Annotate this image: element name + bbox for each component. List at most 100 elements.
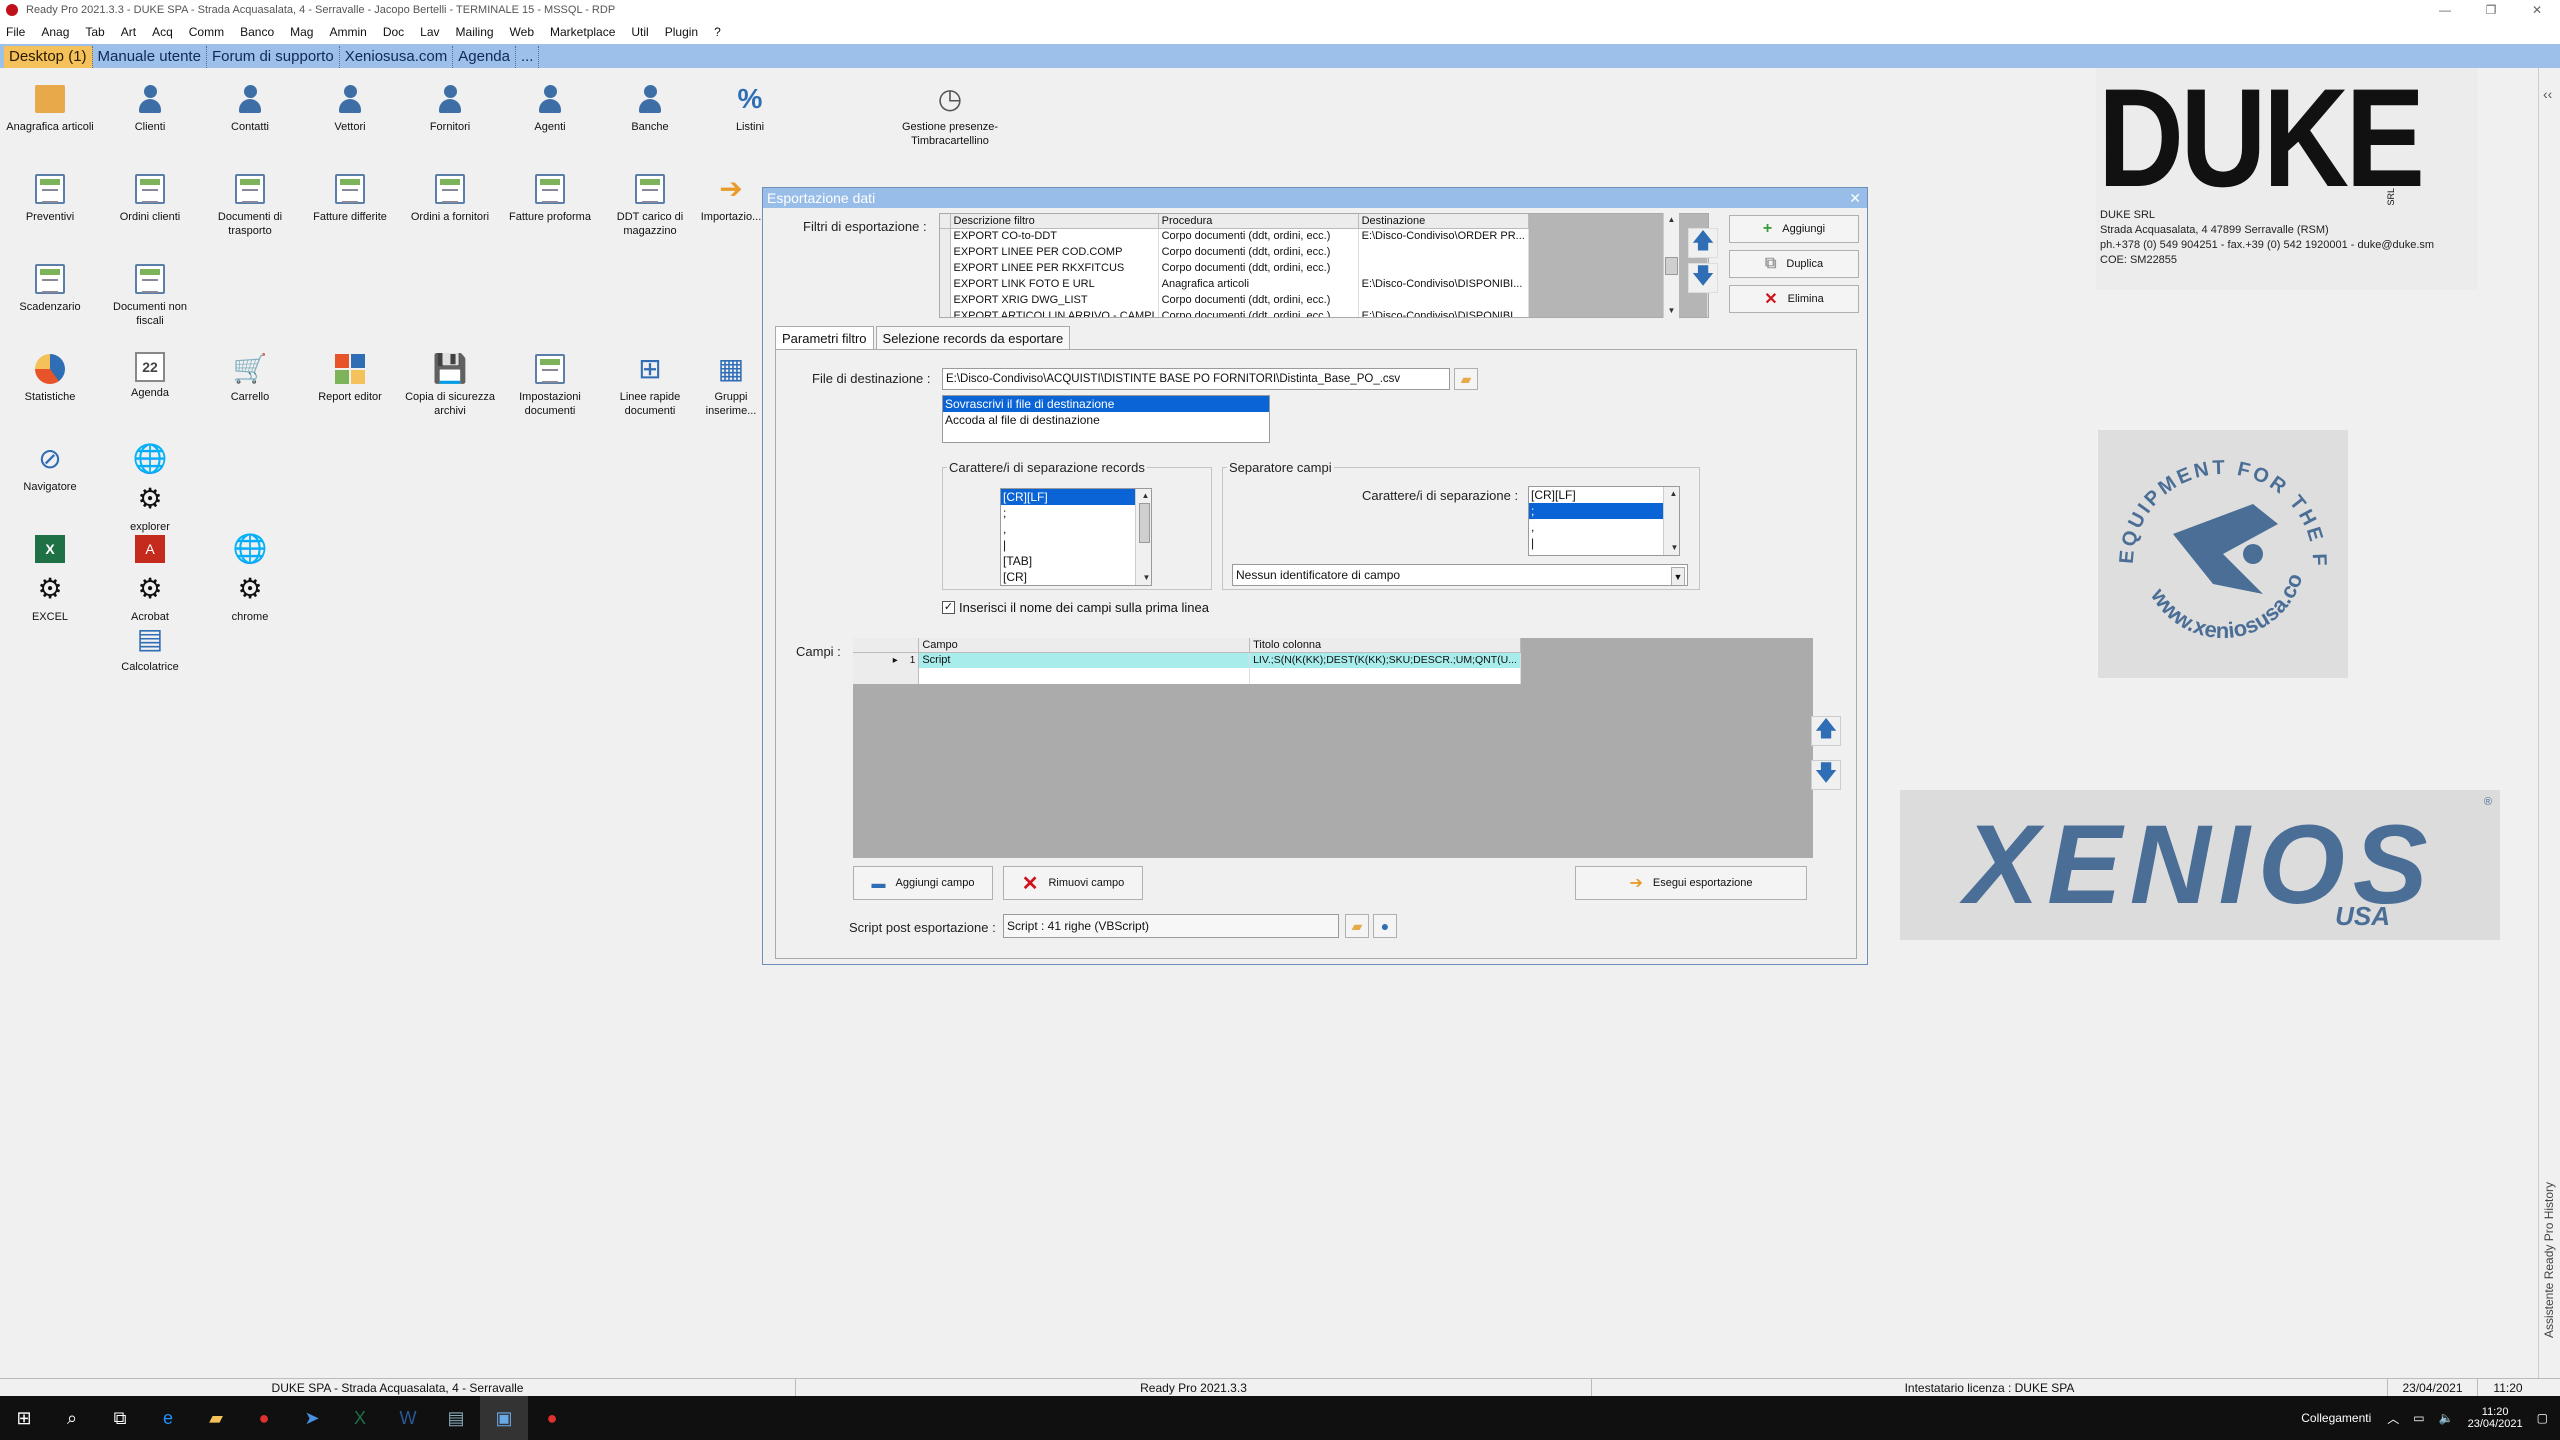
column-header[interactable]: Procedura [1158,214,1359,229]
script-edit-button[interactable]: ● [1373,914,1397,938]
shortcut-scadenzario[interactable]: Scadenzario [0,256,100,314]
menu-item[interactable]: Ammin [329,25,366,39]
menu-item[interactable]: Plugin [665,25,698,39]
task-view-icon[interactable]: ⧉ [96,1396,144,1440]
minimize-icon[interactable]: — [2422,0,2468,20]
menu-item[interactable]: Util [631,25,648,39]
cell[interactable]: LIV.;S(N(K(KK);DEST(K(KK);SKU;DESCR.;UM;… [1249,652,1521,668]
volume-icon[interactable]: 🔈 [2439,1411,2454,1425]
tab-more[interactable]: ... [516,46,540,68]
menu-item[interactable]: Comm [189,25,224,39]
tray-links[interactable]: Collegamenti [2301,1411,2371,1425]
table-row[interactable]: ▸ 1 Script LIV.;S(N(K(KK);DEST(K(KK);SKU;… [853,652,1521,668]
table-row[interactable]: EXPORT CO-to-DDT Corpo documenti (ddt, or… [940,228,1708,244]
menu-item[interactable]: Anag [41,25,69,39]
windows-start-icon[interactable]: ⊞ [0,1396,48,1440]
shortcut-navigatore[interactable]: ⊘ Navigatore [0,436,100,494]
tab-agenda[interactable]: Agenda [453,46,516,68]
search-icon[interactable]: ⌕ [48,1396,96,1440]
table-row[interactable]: EXPORT LINEE PER RKXFITCUS Corpo document… [940,260,1708,276]
notes-icon[interactable]: ▤ [432,1396,480,1440]
menu-item[interactable]: ? [714,25,721,39]
list-item[interactable]: Accoda al file di destinazione [943,412,1269,428]
shortcut-acrobat[interactable]: A ⚙ Acrobat [100,526,200,624]
shortcut-preventivi[interactable]: Preventivi [0,166,100,224]
shortcut-ddt[interactable]: Documenti di trasporto [200,166,300,238]
shortcut-calcolatrice[interactable]: ▤ Calcolatrice [100,616,200,674]
field-identifier-select[interactable]: Nessun identificatore di campo ▼ [1232,564,1688,586]
shortcut-gruppi-inserimento[interactable]: ▦ Gruppi inserime... [700,346,762,418]
list-item[interactable]: [CR][LF] [1529,487,1679,503]
shortcut-ddt-carico[interactable]: DDT carico di magazzino [600,166,700,238]
menu-item[interactable]: Marketplace [550,25,615,39]
close-icon[interactable]: ✕ [2514,0,2560,20]
assistant-history-label[interactable]: Assistente Ready Pro History [2542,1118,2556,1338]
menu-item[interactable]: Lav [420,25,439,39]
filters-grid[interactable]: Descrizione filtro Procedura Destinazion… [939,213,1709,318]
list-item[interactable]: , [1529,519,1679,535]
shortcut-statistiche[interactable]: Statistiche [0,346,100,404]
column-header[interactable]: Descrizione filtro [950,214,1159,229]
word-taskbar-icon[interactable]: W [384,1396,432,1440]
column-header[interactable]: Campo [918,638,1251,653]
shortcut-importazione[interactable]: ➔ Importazio... [700,166,762,224]
duplicate-filter-button[interactable]: ⧉ Duplica [1729,250,1859,278]
dest-mode-list[interactable]: Sovrascrivi il file di destinazione Acco… [942,395,1270,443]
network-icon[interactable]: ▭ [2413,1411,2424,1425]
shortcut-banche[interactable]: Banche [600,76,700,134]
table-row-empty[interactable] [853,668,1521,684]
column-header[interactable]: Destinazione [1358,214,1529,229]
shortcut-clienti[interactable]: Clienti [100,76,200,134]
run-export-button[interactable]: ➔ Esegui esportazione [1575,866,1807,900]
shortcut-contatti[interactable]: Contatti [200,76,300,134]
shortcut-explorer[interactable]: 🌐 ⚙ explorer [100,436,200,534]
field-separator-list[interactable]: [CR][LF] ; , | ▲ ▼ [1528,486,1680,556]
menu-item[interactable]: Banco [240,25,274,39]
menu-item[interactable]: File [6,25,25,39]
chevron-down-icon[interactable]: ▼ [1671,567,1685,585]
tab-desktop[interactable]: Desktop (1) [4,46,93,68]
checkbox-checked-icon[interactable]: ✓ [942,601,955,614]
table-row[interactable]: EXPORT LINEE PER COD.COMP Corpo documenti… [940,244,1708,260]
filters-scrollbar[interactable]: ▲ ▼ [1663,213,1679,318]
list-item[interactable]: [TAB] [1001,553,1151,569]
field-move-up-icon[interactable]: 🡅 [1811,716,1841,746]
add-filter-button[interactable]: + Aggiungi [1729,215,1859,243]
clock[interactable]: 11:20 23/04/2021 [2468,1406,2523,1430]
menu-item[interactable]: Art [121,25,136,39]
add-field-button[interactable]: ▬ Aggiungi campo [853,866,993,900]
shortcut-fornitori[interactable]: Fornitori [400,76,500,134]
list-item[interactable]: Sovrascrivi il file di destinazione [943,396,1269,412]
list-item[interactable]: , [1001,521,1151,537]
tab-xeniosusa[interactable]: Xeniosusa.com [340,46,454,68]
list-scrollbar[interactable]: ▲ ▼ [1135,489,1151,585]
rdp-icon[interactable]: ▣ [480,1396,528,1440]
shortcut-vettori[interactable]: Vettori [300,76,400,134]
script-folder-button[interactable]: ▰ [1345,914,1369,938]
shortcut-ordini-clienti[interactable]: Ordini clienti [100,166,200,224]
move-down-icon[interactable]: 🡇 [1688,263,1718,293]
column-header[interactable]: Titolo colonna [1249,638,1521,653]
tab-manuale[interactable]: Manuale utente [93,46,207,68]
menu-item[interactable]: Tab [85,25,104,39]
shortcut-listini[interactable]: % Listini [700,76,800,134]
fields-grid[interactable]: Campo Titolo colonna ▸ 1 Script LIV.;S(N(… [853,638,1813,858]
chevron-up-icon[interactable]: ︿ [2387,1410,2399,1427]
shortcut-carrello[interactable]: 🛒 Carrello [200,346,300,404]
delete-filter-button[interactable]: ✕ Elimina [1729,285,1859,313]
edge-icon[interactable]: e [144,1396,192,1440]
scroll-thumb[interactable] [1665,257,1678,275]
list-item[interactable]: [CR][LF] [1001,489,1151,505]
remove-field-button[interactable]: ✕ Rimuovi campo [1003,866,1143,900]
menu-item[interactable]: Acq [152,25,173,39]
shortcut-agenda[interactable]: 22 Agenda [100,346,200,400]
dialog-close-icon[interactable]: ✕ [1849,188,1861,208]
shortcut-excel[interactable]: X ⚙ EXCEL [0,526,100,624]
script-field[interactable]: Script : 41 righe (VBScript) [1003,914,1339,938]
scroll-up-icon[interactable]: ▲ [1664,213,1679,227]
table-row[interactable]: EXPORT ARTICOLI IN ARRIVO - CAMPI Corpo d… [940,308,1708,317]
shortcut-impostazioni-documenti[interactable]: Impostazioni documenti [500,346,600,418]
remote-app-icon[interactable]: ➤ [288,1396,336,1440]
shortcut-ordini-fornitori[interactable]: Ordini a fornitori [400,166,500,224]
menu-item[interactable]: Mailing [456,25,494,39]
